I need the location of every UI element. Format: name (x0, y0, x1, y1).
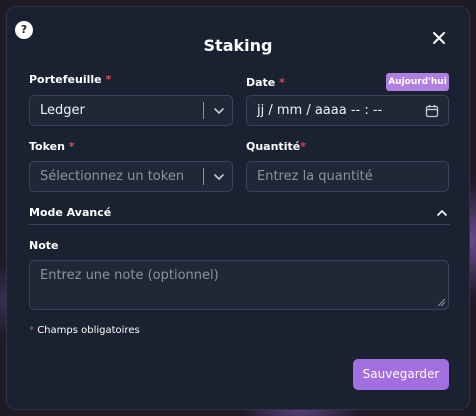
select-divider (203, 168, 204, 185)
save-button[interactable]: Sauvegarder (353, 359, 449, 390)
modal-title: Staking (203, 36, 273, 55)
close-icon[interactable] (430, 29, 448, 47)
required-mark: * (300, 140, 306, 153)
wallet-label-text: Portefeuille (29, 73, 102, 86)
date-label: Date * (246, 76, 285, 89)
wallet-select-value: Ledger (40, 103, 85, 118)
note-textarea[interactable]: Entrez une note (optionnel) (29, 260, 449, 310)
chevron-down-icon[interactable] (213, 105, 225, 117)
quantity-input[interactable]: Entrez la quantité (246, 161, 449, 192)
advanced-mode-toggle[interactable]: Mode Avancé (29, 206, 111, 219)
section-divider (29, 224, 450, 225)
chevron-down-icon[interactable] (213, 171, 225, 183)
chevron-up-icon[interactable] (436, 207, 448, 219)
resize-handle-icon[interactable] (437, 298, 446, 307)
wallet-select[interactable]: Ledger (29, 95, 233, 126)
required-mark: * (68, 140, 75, 153)
required-mark: * (29, 325, 34, 336)
select-divider (203, 102, 204, 119)
date-label-text: Date (246, 76, 276, 89)
note-placeholder: Entrez une note (optionnel) (40, 268, 219, 283)
token-select-placeholder: Sélectionnez un token (40, 169, 185, 184)
note-label: Note (29, 239, 59, 252)
required-fields-text: Champs obligatoires (37, 325, 140, 336)
required-mark: * (279, 76, 285, 89)
required-fields-note: * Champs obligatoires (29, 325, 140, 336)
calendar-icon[interactable] (425, 104, 439, 118)
quantity-label: Quantité* (246, 140, 306, 153)
quantity-input-placeholder: Entrez la quantité (257, 169, 373, 184)
required-mark: * (105, 73, 112, 86)
staking-modal: ? Staking Portefeuille * Ledger Date * A… (6, 6, 470, 410)
quantity-label-text: Quantité (246, 140, 301, 153)
token-label: Token * (29, 140, 75, 153)
date-input-value: jj / mm / aaaa -- : -- (257, 103, 383, 118)
wallet-label: Portefeuille * (29, 73, 111, 86)
token-label-text: Token (29, 140, 65, 153)
date-input[interactable]: jj / mm / aaaa -- : -- (246, 95, 449, 126)
today-button[interactable]: Aujourd'hui (386, 73, 449, 91)
token-select[interactable]: Sélectionnez un token (29, 161, 233, 192)
